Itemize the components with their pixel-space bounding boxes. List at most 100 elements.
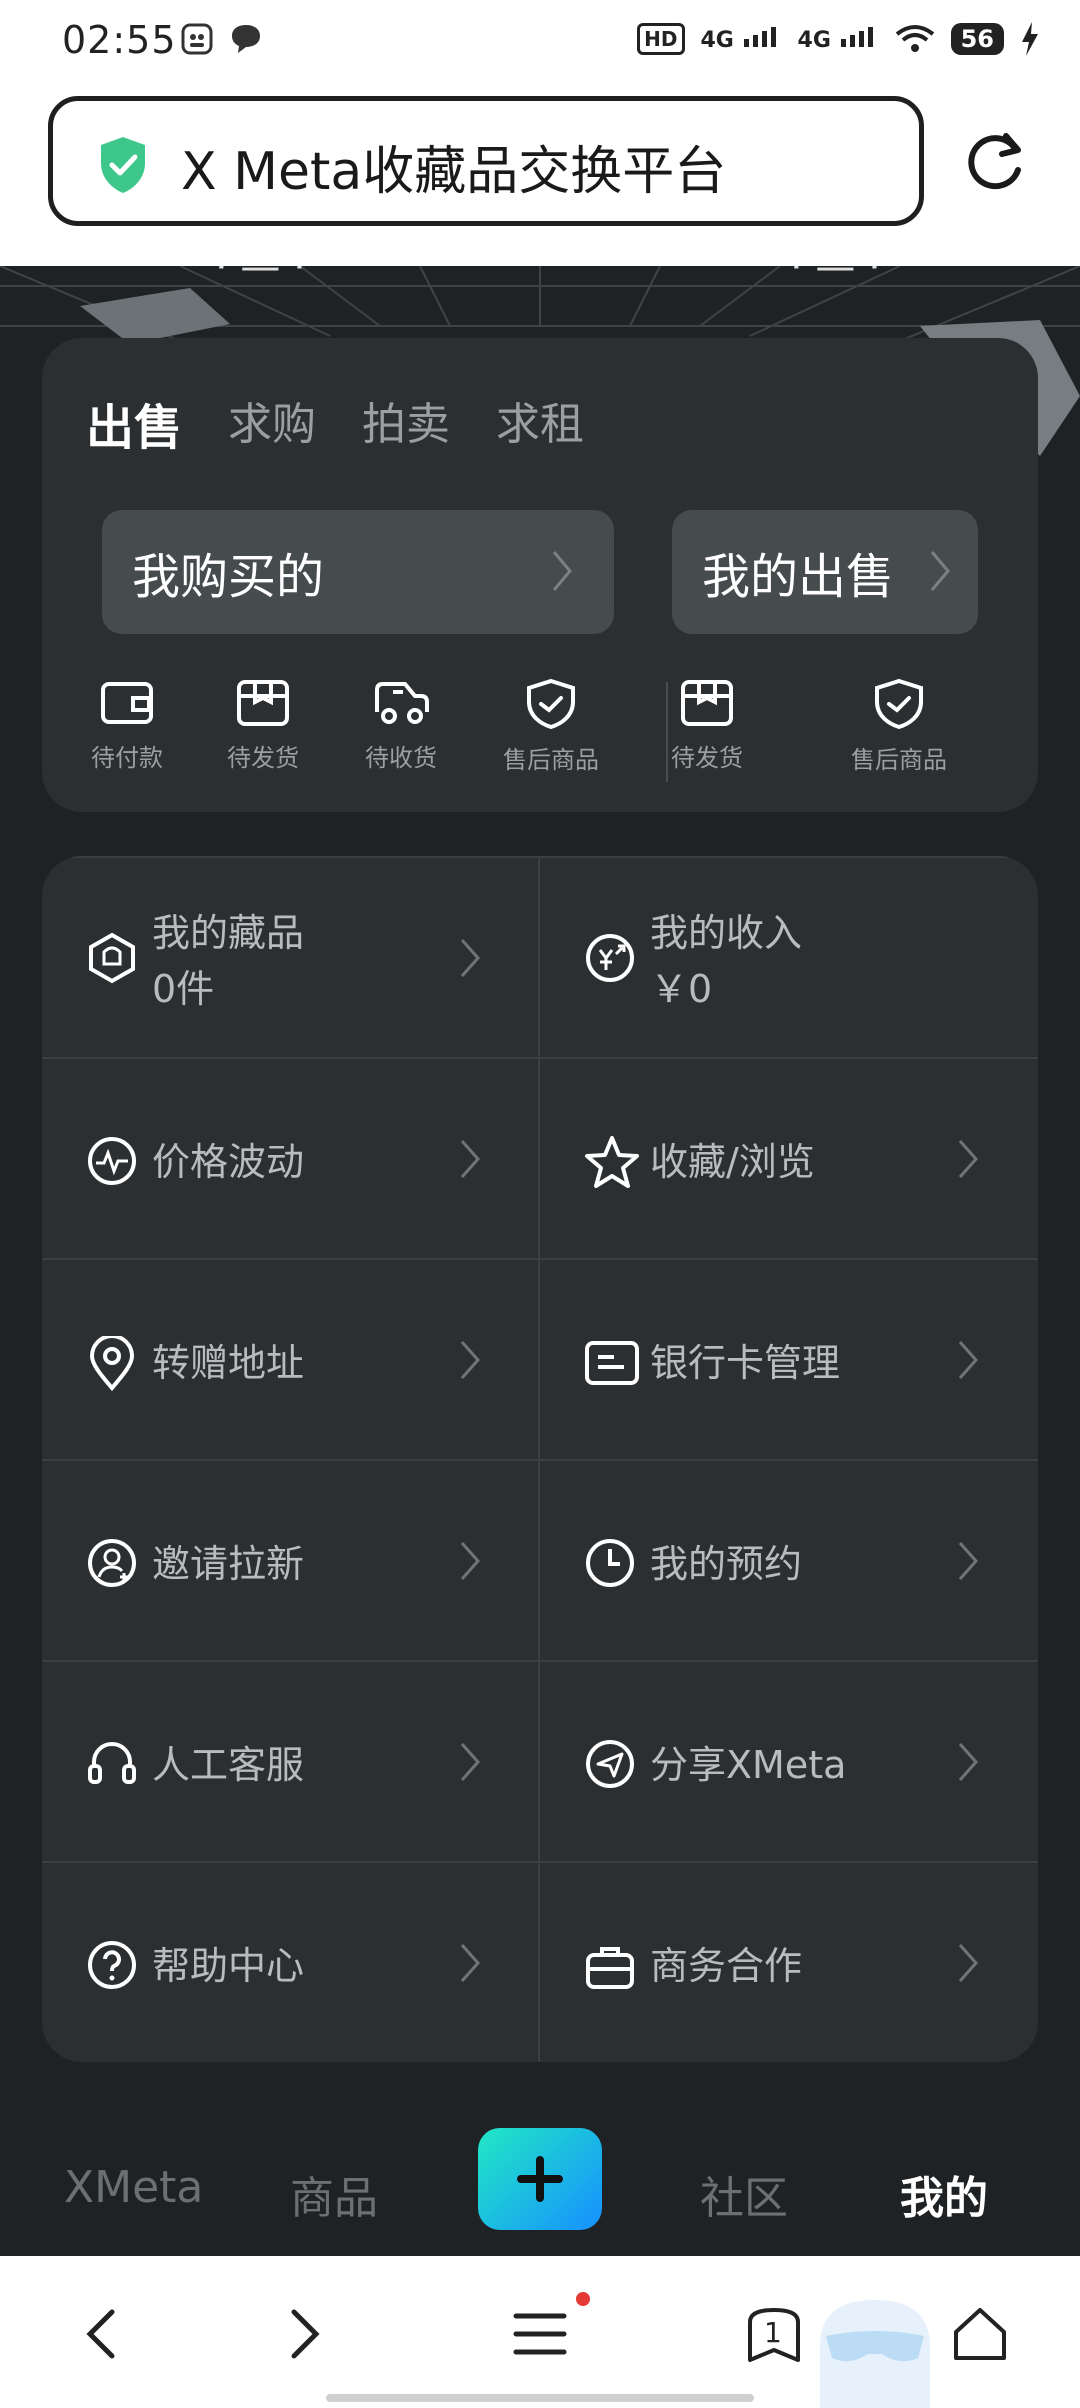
income-icon [586, 934, 634, 982]
menu-item-favorites[interactable]: 收藏/浏览 [540, 1059, 1036, 1260]
network-4g-2: 4G [798, 25, 879, 53]
menu-item-bank-card[interactable]: 银行卡管理 [540, 1260, 1036, 1461]
menu-label: 收藏/浏览 [650, 1140, 815, 1184]
nav-products[interactable]: 商品 [290, 2162, 378, 2226]
menu-label: 人工客服 [152, 1743, 305, 1787]
nav-community[interactable]: 社区 [700, 2162, 788, 2226]
menu-row: 转赠地址 银行卡管理 [42, 1258, 1038, 1459]
menu-label: 我的收入 [650, 911, 803, 955]
menu-item-help-center[interactable]: 帮助中心 [42, 1863, 538, 2062]
menu-item-my-collection[interactable]: 我的藏品 0件 [42, 858, 538, 1059]
trade-card: 出售 求购 拍卖 求租 我购买的 我的出售 待付款 待发货 待收货 售后商品 待… [42, 338, 1038, 812]
page-title: X Meta收藏品交换平台 [181, 142, 727, 202]
chevron-right-icon [958, 1944, 979, 1982]
chevron-right-icon [460, 939, 481, 977]
tabs-button[interactable]: 1 [746, 2306, 806, 2366]
notification-dot [576, 2292, 590, 2306]
chevron-right-icon [958, 1743, 979, 1781]
tab-rent[interactable]: 求租 [496, 388, 584, 458]
order-label: 待付款 [91, 744, 163, 772]
my-purchases-label: 我购买的 [132, 549, 325, 605]
star-icon [585, 1136, 639, 1188]
menu-label: 商务合作 [650, 1944, 803, 1988]
signal-icon [840, 27, 873, 47]
menu-label: 帮助中心 [152, 1944, 305, 1988]
status-time: 02:55 [62, 18, 177, 62]
address-bar[interactable]: X Meta收藏品交换平台 [48, 96, 924, 226]
hd-badge: HD [637, 23, 685, 55]
browser-address-area: X Meta收藏品交换平台 [0, 86, 1080, 266]
order-after-sales[interactable]: 售后商品 [486, 678, 616, 775]
menu-item-business[interactable]: 商务合作 [540, 1863, 1036, 2062]
nav-xmeta[interactable]: XMeta [64, 2162, 203, 2213]
my-sales-button[interactable]: 我的出售 [672, 510, 978, 634]
share-icon [586, 1740, 634, 1788]
menu-item-invite[interactable]: 邀请拉新 [42, 1461, 538, 1662]
menu-item-customer-service[interactable]: 人工客服 [42, 1662, 538, 1863]
sell-order-pending-shipment[interactable]: 待发货 [642, 678, 772, 773]
chevron-right-icon [930, 551, 950, 591]
menu-item-my-income[interactable]: 我的收入 ￥0 [540, 858, 1036, 1059]
chevron-right-icon [460, 1542, 481, 1580]
back-icon[interactable] [80, 2306, 120, 2362]
order-label: 待发货 [227, 744, 299, 772]
add-button[interactable] [478, 2128, 602, 2230]
clock-icon [586, 1539, 634, 1587]
tab-buy-request[interactable]: 求购 [228, 388, 316, 458]
forward-icon[interactable] [286, 2306, 326, 2362]
wifi-icon [895, 25, 934, 52]
location-icon [89, 1336, 135, 1392]
browser-bottom-bar: 1 [0, 2256, 1080, 2408]
tab-auction[interactable]: 拍卖 [362, 388, 450, 458]
briefcase-icon [586, 1947, 634, 1989]
refresh-icon[interactable] [960, 126, 1030, 196]
income-amount: ￥0 [650, 967, 713, 1011]
order-pending-payment[interactable]: 待付款 [62, 678, 192, 773]
sell-order-after-sales[interactable]: 售后商品 [834, 678, 964, 775]
chevron-right-icon [958, 1140, 979, 1178]
menu-item-price-trend[interactable]: 价格波动 [42, 1059, 538, 1260]
trade-tabs: 出售 求购 拍卖 求租 [86, 388, 630, 458]
home-indicator[interactable] [326, 2394, 754, 2402]
charging-icon [1022, 22, 1038, 56]
order-label: 待收货 [365, 744, 437, 772]
battery-level: 56 [950, 23, 1004, 55]
mascot-decoration [820, 2300, 930, 2408]
menu-row: 人工客服 分享XMeta [42, 1660, 1038, 1861]
tab-sell[interactable]: 出售 [86, 388, 182, 458]
menu-icon[interactable] [512, 2306, 568, 2362]
card-icon [585, 1341, 639, 1385]
menu-row: 价格波动 收藏/浏览 [42, 1057, 1038, 1258]
menu-row: 我的藏品 0件 我的收入 ￥0 [42, 856, 1038, 1057]
menu-item-transfer-address[interactable]: 转赠地址 [42, 1260, 538, 1461]
app-notification-icon [181, 23, 213, 55]
help-icon [88, 1941, 136, 1989]
menu-item-reservations[interactable]: 我的预约 [540, 1461, 1036, 1662]
shield-check-icon [527, 678, 575, 730]
package-icon [681, 680, 733, 726]
package-icon [237, 680, 289, 726]
menu-item-share[interactable]: 分享XMeta [540, 1662, 1036, 1863]
my-purchases-button[interactable]: 我购买的 [102, 510, 614, 634]
order-pending-receipt[interactable]: 待收货 [336, 678, 466, 773]
order-label: 待发货 [671, 744, 743, 772]
menu-label: 我的预约 [650, 1542, 803, 1586]
home-icon[interactable] [952, 2306, 1008, 2362]
nav-mine[interactable]: 我的 [900, 2162, 988, 2226]
menu-row: 邀请拉新 我的预约 [42, 1459, 1038, 1660]
order-label: 售后商品 [851, 746, 947, 774]
truck-icon [375, 682, 429, 724]
plus-icon [517, 2156, 563, 2202]
menu-card: 我的藏品 0件 我的收入 ￥0 价格波动 收藏/浏览 转赠地址 银行卡管理 邀请… [42, 856, 1038, 2062]
chevron-right-icon [460, 1743, 481, 1781]
order-pending-shipment[interactable]: 待发货 [198, 678, 328, 773]
menu-label: 邀请拉新 [152, 1542, 305, 1586]
status-left-icons [180, 22, 264, 56]
pulse-icon [88, 1137, 136, 1185]
chevron-right-icon [958, 1341, 979, 1379]
status-bar: 02:55 HD 4G 4G 56 [0, 0, 1080, 86]
shield-check-icon [875, 678, 923, 730]
tab-count: 1 [764, 2316, 782, 2349]
order-label: 售后商品 [503, 746, 599, 774]
user-add-icon [88, 1539, 136, 1587]
